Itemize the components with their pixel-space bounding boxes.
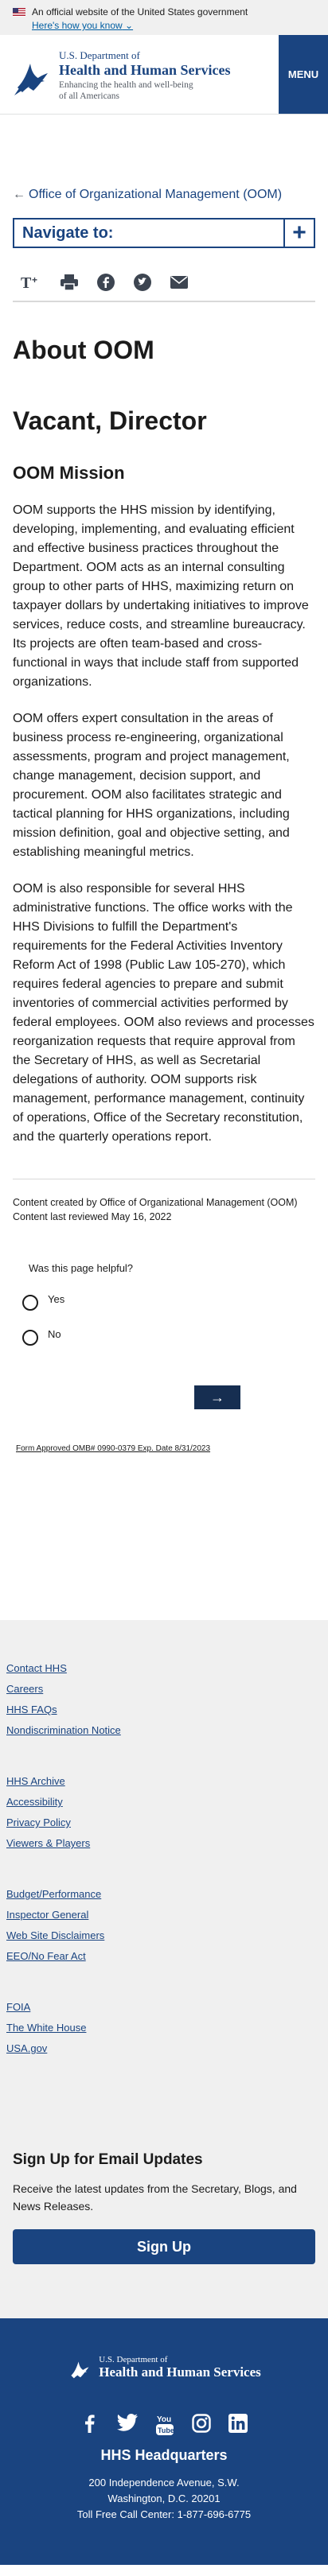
feedback-submit-button[interactable]: → bbox=[194, 1385, 240, 1409]
footer-link-group: Budget/Performance Inspector General Web… bbox=[6, 1884, 322, 1967]
no-label: No bbox=[48, 1327, 61, 1340]
footer-link[interactable]: Inspector General bbox=[6, 1909, 88, 1921]
hhs-eagle-icon bbox=[14, 64, 48, 95]
footer-link[interactable]: Privacy Policy bbox=[6, 1816, 71, 1828]
footer-hhs-logo[interactable]: U.S. Department of Health and Human Serv… bbox=[0, 2353, 328, 2382]
gov-banner-text: An official website of the United States… bbox=[32, 6, 248, 17]
footer-link[interactable]: Contact HHS bbox=[6, 1662, 67, 1674]
mission-paragraph: OOM is also responsible for several HHS … bbox=[13, 882, 314, 1144]
footer-dept-line: U.S. Department of bbox=[99, 2355, 168, 2364]
svg-text:You: You bbox=[157, 2415, 171, 2424]
mission-paragraph: OOM supports the HHS mission by identify… bbox=[13, 503, 309, 689]
footer-link[interactable]: Budget/Performance bbox=[6, 1888, 101, 1900]
footer-link[interactable]: Nondiscrimination Notice bbox=[6, 1724, 121, 1736]
twitter-icon[interactable] bbox=[117, 2414, 138, 2431]
footer-link[interactable]: HHS FAQs bbox=[6, 1704, 57, 1715]
logo-dept-line: U.S. Department of bbox=[59, 49, 140, 61]
feedback-no-option[interactable]: No bbox=[16, 1327, 312, 1346]
hhs-eagle-icon bbox=[71, 2361, 89, 2379]
breadcrumb: ← Office of Organizational Management (O… bbox=[13, 188, 315, 202]
site-footer: Contact HHS Careers HHS FAQs Nondiscrimi… bbox=[0, 1620, 328, 2565]
logo-name: Health and Human Services bbox=[59, 62, 231, 78]
content-created-by: Content created by Office of Organizatio… bbox=[13, 1197, 298, 1208]
svg-text:+: + bbox=[32, 274, 37, 286]
facebook-icon[interactable] bbox=[97, 274, 115, 291]
us-flag-icon bbox=[13, 8, 25, 17]
hq-heading: HHS Headquarters bbox=[100, 2447, 228, 2463]
mission-paragraph: OOM offers expert consultation in the ar… bbox=[13, 712, 290, 859]
print-icon[interactable] bbox=[61, 274, 78, 290]
footer-links: Contact HHS Careers HHS FAQs Nondiscrimi… bbox=[0, 1620, 328, 2129]
navigate-to-dropdown[interactable]: Navigate to: + bbox=[13, 218, 315, 248]
footer-link[interactable]: Web Site Disclaimers bbox=[6, 1929, 104, 1941]
social-links: You Tube bbox=[0, 2414, 328, 2436]
footer-dept-name: Health and Human Services bbox=[99, 2364, 261, 2380]
arrow-left-icon: ← bbox=[13, 188, 25, 201]
share-toolbar: T + bbox=[13, 270, 315, 302]
mission-heading: OOM Mission bbox=[13, 463, 125, 483]
address-line-1: 200 Independence Avenue, S.W. bbox=[88, 2477, 240, 2489]
navigate-to-label: Navigate to: bbox=[22, 223, 114, 242]
signup-button[interactable]: Sign Up bbox=[13, 2229, 315, 2264]
yes-radio[interactable] bbox=[22, 1295, 38, 1311]
instagram-icon[interactable] bbox=[192, 2414, 211, 2433]
footer-link[interactable]: HHS Archive bbox=[6, 1775, 65, 1787]
content-meta: Content created by Office of Organizatio… bbox=[13, 1179, 315, 1224]
feedback-yes-option[interactable]: Yes bbox=[16, 1292, 312, 1311]
no-radio[interactable] bbox=[22, 1330, 38, 1346]
text-size-icon[interactable]: T + bbox=[21, 274, 41, 291]
director-heading: Vacant, Director bbox=[13, 406, 207, 435]
signup-title: Sign Up for Email Updates bbox=[13, 2151, 203, 2168]
yes-label: Yes bbox=[48, 1292, 65, 1305]
footer-link[interactable]: The White House bbox=[6, 2022, 86, 2034]
footer-link-group: HHS Archive Accessibility Privacy Policy… bbox=[6, 1771, 322, 1854]
oom-back-link[interactable]: Office of Organizational Management (OOM… bbox=[29, 188, 282, 202]
omb-form-link[interactable]: Form Approved OMB# 0990-0379 Exp. Date 8… bbox=[16, 1444, 312, 1453]
toll-free-phone[interactable]: Toll Free Call Center: 1-877-696-6775 bbox=[0, 2507, 328, 2523]
main-content: ← Office of Organizational Management (O… bbox=[0, 188, 328, 1224]
gov-banner: An official website of the United States… bbox=[0, 0, 328, 35]
twitter-icon[interactable] bbox=[134, 274, 151, 291]
footer-link[interactable]: FOIA bbox=[6, 2001, 30, 2013]
signup-text: Receive the latest updates from the Secr… bbox=[13, 2182, 297, 2213]
email-icon[interactable] bbox=[170, 276, 188, 289]
feedback-question: Was this page helpful? bbox=[29, 1262, 134, 1274]
email-signup: Sign Up for Email Updates Receive the la… bbox=[0, 2129, 328, 2318]
address-line-2: Washington, D.C. 20201 bbox=[107, 2492, 221, 2504]
plus-icon[interactable]: + bbox=[283, 218, 314, 248]
footer-bottom: U.S. Department of Health and Human Serv… bbox=[0, 2318, 328, 2565]
linkedin-icon[interactable] bbox=[228, 2414, 248, 2433]
footer-link[interactable]: Viewers & Players bbox=[6, 1837, 90, 1849]
logo-tagline-2: of all Americans bbox=[59, 91, 120, 101]
logo-tagline-1: Enhancing the health and well-being bbox=[59, 80, 193, 90]
hhs-logo[interactable]: U.S. Department of Health and Human Serv… bbox=[0, 35, 231, 114]
svg-text:T: T bbox=[21, 274, 32, 291]
page-title: About OOM bbox=[13, 336, 154, 364]
facebook-icon[interactable] bbox=[80, 2414, 100, 2433]
svg-text:Tube: Tube bbox=[158, 2426, 174, 2434]
footer-link[interactable]: EEO/No Fear Act bbox=[6, 1950, 86, 1962]
menu-button[interactable]: MENU bbox=[279, 35, 328, 114]
heres-how-you-know-link[interactable]: Here's how you know ⌄ bbox=[32, 20, 133, 32]
hq-address: 200 Independence Avenue, S.W. Washington… bbox=[0, 2475, 328, 2523]
footer-link[interactable]: Accessibility bbox=[6, 1796, 63, 1808]
footer-link[interactable]: USA.gov bbox=[6, 2042, 47, 2054]
footer-link-group: FOIA The White House USA.gov bbox=[6, 1997, 322, 2059]
footer-link[interactable]: Careers bbox=[6, 1683, 43, 1695]
youtube-icon[interactable]: You Tube bbox=[155, 2414, 174, 2436]
footer-link-group: Contact HHS Careers HHS FAQs Nondiscrimi… bbox=[6, 1658, 322, 1741]
site-header: U.S. Department of Health and Human Serv… bbox=[0, 35, 328, 115]
feedback-form: Was this page helpful? Yes No → Form App… bbox=[0, 1224, 328, 1453]
content-last-reviewed: Content last reviewed May 16, 2022 bbox=[13, 1211, 172, 1222]
